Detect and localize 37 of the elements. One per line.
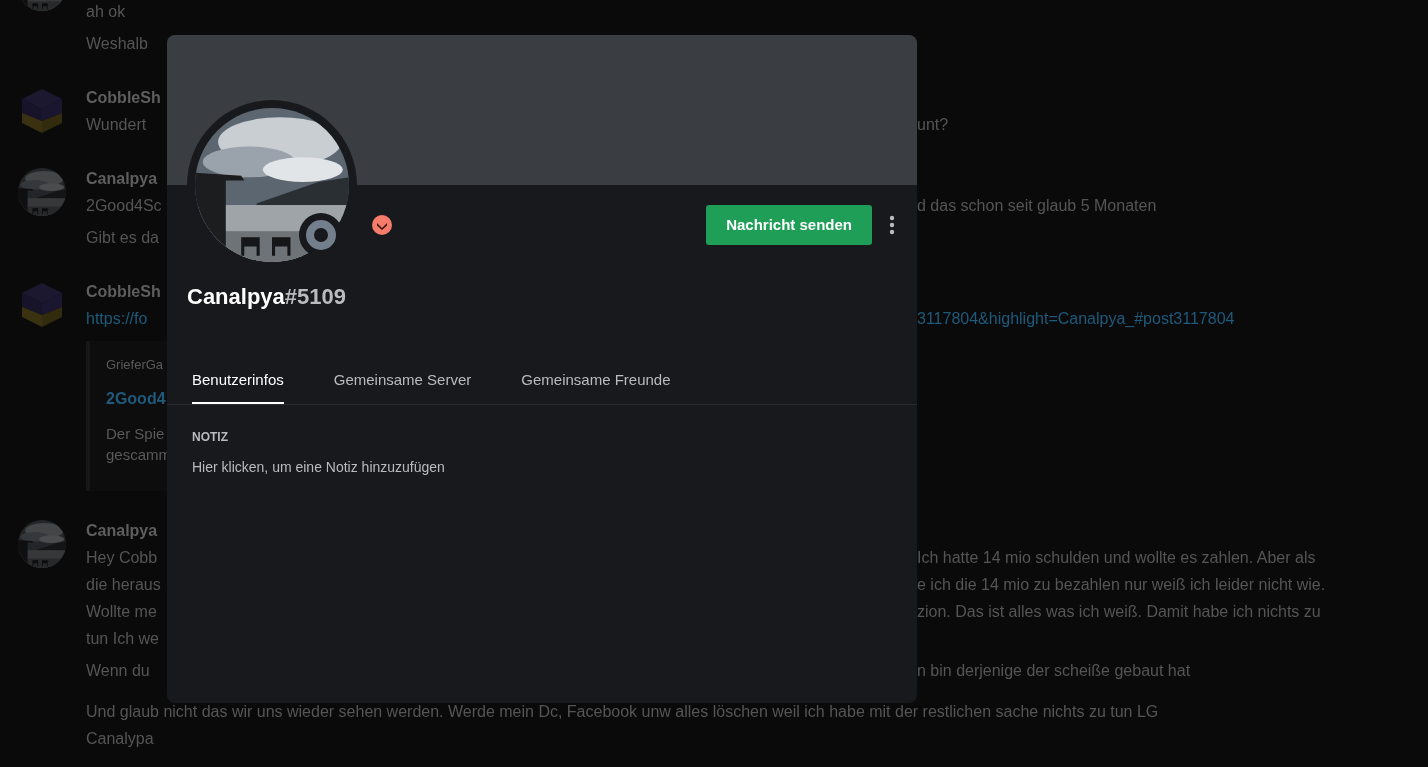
message-text: Weshalb	[86, 35, 148, 52]
message-text: Wundert	[86, 116, 147, 133]
author-name: Canalpya	[86, 521, 158, 541]
message-text: ah ok	[86, 2, 126, 22]
send-message-button[interactable]: Nachricht senden	[706, 205, 872, 245]
embed-provider: GrieferGa	[106, 355, 165, 374]
author-name: CobbleSh	[86, 282, 161, 302]
embed-title[interactable]: 2Good4	[106, 387, 167, 411]
message-text: tun Ich we	[86, 630, 159, 647]
message-link[interactable]: 3117804&highlight=Canalpya_#post3117804	[917, 310, 1235, 327]
note-field[interactable]: Hier klicken, um eine Notiz hinzuzufügen	[192, 457, 592, 477]
author-name: CobbleSh	[86, 88, 161, 108]
message-text: e ich die 14 mio zu bezahlen nur weiß ich leider nicht wie.	[917, 576, 1326, 593]
message-text: 2Good4Sc	[86, 197, 162, 214]
embed-description: Der Spie	[106, 424, 166, 444]
profile-tab[interactable]: Benutzerinfos	[192, 360, 284, 404]
message-text: zion. Das ist alles was ich weiß. Damit habe ich nichts zu	[917, 603, 1321, 620]
username: Canalpya	[187, 282, 285, 311]
author-name: Canalpya	[86, 169, 158, 189]
message-text: Wenn du	[86, 662, 150, 679]
message-text: d das schon seit glaub 5 Monaten	[917, 197, 1157, 214]
message-text: unt?	[917, 116, 949, 133]
profile-tab[interactable]: Gemeinsame Server	[333, 360, 472, 404]
more-options-icon[interactable]	[888, 213, 896, 237]
message-text: n bin derjenige der scheiße gebaut hat	[917, 662, 1191, 679]
message-text: Gibt es da	[86, 229, 159, 246]
discriminator: #5109	[284, 282, 346, 311]
chevron-badge-icon[interactable]	[372, 215, 392, 235]
message-text: Canalypa	[86, 729, 154, 749]
message-text: Hey Cobb	[86, 549, 158, 566]
message-text: Und glaub nicht das wir uns wieder sehen werden. Werde mein Dc, Facebook unw alles löschen weil ich habe mit der restlichen sache nichts zu tun LG	[86, 702, 1159, 722]
profile-tab[interactable]: Gemeinsame Freunde	[521, 360, 671, 404]
message-text: Wollte me	[86, 603, 157, 620]
note-heading: NOTIZ	[192, 429, 229, 445]
message-text: die heraus	[86, 576, 161, 593]
message-text: Ich hatte 14 mio schulden und wollte es zahlen. Aber als	[917, 549, 1316, 566]
message-link[interactable]: https://fo	[86, 310, 148, 327]
